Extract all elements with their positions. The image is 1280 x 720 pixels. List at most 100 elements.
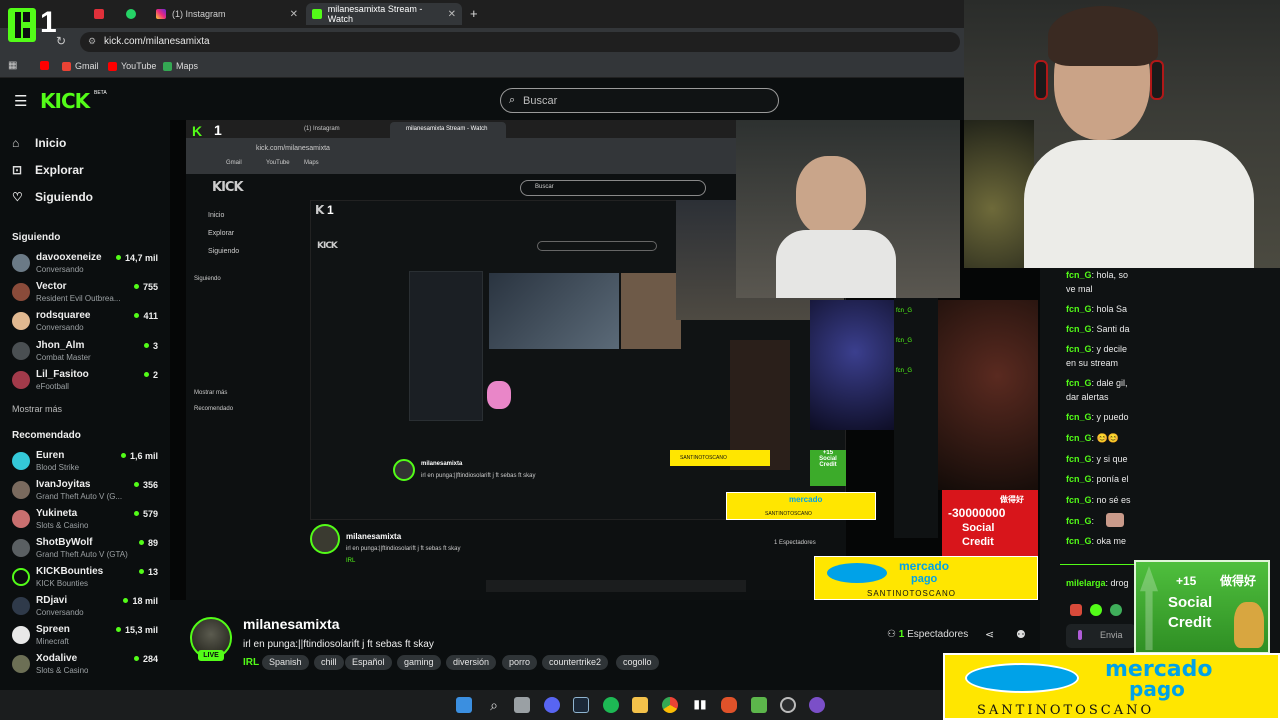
- emote-icon[interactable]: [1070, 604, 1082, 616]
- recommended-channel[interactable]: ShotByWolf Grand Theft Auto V (GTA) 89: [12, 535, 162, 563]
- green-app-icon[interactable]: [751, 697, 767, 713]
- tag-cogollo[interactable]: cogollo: [616, 655, 659, 670]
- chat-username[interactable]: fcn_G: [1066, 495, 1092, 505]
- steam-icon[interactable]: [573, 697, 589, 713]
- chat-username[interactable]: fcn_G: [1066, 378, 1092, 388]
- recommended-channel[interactable]: Euren Blood Strike 1,6 mil: [12, 448, 162, 476]
- microphone-app-icon[interactable]: [721, 697, 737, 713]
- nested-channel-name: milanesamixta: [421, 461, 463, 467]
- share-icon[interactable]: ⋖: [985, 628, 994, 641]
- following-channel[interactable]: davooxeneize Conversando 14,7 mil: [12, 250, 162, 278]
- chat-username[interactable]: fcn_G: [1066, 324, 1092, 334]
- tab-instagram[interactable]: (1) Instagram ✕: [150, 3, 304, 25]
- file-explorer-icon[interactable]: [632, 697, 648, 713]
- chat-username[interactable]: fcn_G: [1066, 454, 1092, 464]
- show-more-link[interactable]: Mostrar más: [12, 404, 62, 414]
- tag-countertrike2[interactable]: countertrike2: [542, 655, 609, 670]
- obs-icon[interactable]: [780, 697, 796, 713]
- mercado-pago-banner: mercado pago SANTINOTOSCANO: [943, 653, 1280, 720]
- following-channel[interactable]: Vector Resident Evil Outbrea... 755: [12, 279, 162, 307]
- tab-pinned[interactable]: [88, 3, 116, 25]
- follow-icon[interactable]: ⚉: [1016, 628, 1026, 641]
- nav-inicio[interactable]: ⌂ Inicio: [12, 136, 66, 150]
- following-channel[interactable]: Jhon_Alm Combat Master 3: [12, 338, 162, 366]
- nested-avatar: [310, 524, 340, 554]
- spotify-icon[interactable]: [603, 697, 619, 713]
- recommended-channel[interactable]: Yukineta Slots & Casino 579: [12, 506, 162, 534]
- chat-divider: [1060, 564, 1140, 565]
- recommended-channel[interactable]: Spreen Minecraft 15,3 mil: [12, 622, 162, 650]
- nested-nav-inicio: Inicio: [208, 212, 225, 219]
- following-channel[interactable]: rodsquaree Conversando 411: [12, 308, 162, 336]
- audio-meter-icon[interactable]: ▮▮: [692, 697, 708, 713]
- search-icon[interactable]: ⌕: [486, 697, 502, 713]
- channel-name[interactable]: milanesamixta: [243, 616, 340, 632]
- chat-username[interactable]: milelarga: [1066, 578, 1106, 588]
- viewer-count: 579: [134, 509, 158, 519]
- chat-message: ve mal: [1066, 284, 1093, 294]
- compass-icon: ⊡: [12, 163, 23, 177]
- new-tab-button[interactable]: +: [470, 6, 478, 21]
- nested-room-frame: [621, 273, 681, 349]
- heart-icon: ♡: [12, 190, 23, 204]
- emote-icon[interactable]: [1090, 604, 1102, 616]
- kick-icon: [312, 9, 322, 19]
- close-icon[interactable]: ✕: [290, 9, 298, 20]
- bookmark-youtube[interactable]: YouTube: [108, 61, 156, 71]
- start-menu-icon[interactable]: [456, 697, 472, 713]
- nested-category: IRL: [346, 558, 356, 564]
- tab-whatsapp[interactable]: [120, 3, 148, 25]
- bookmark-maps[interactable]: Maps: [163, 61, 198, 71]
- chrome-icon[interactable]: [662, 697, 678, 713]
- nested-webcam-capture: [736, 120, 960, 298]
- bookmark-youtube-small[interactable]: [40, 61, 53, 70]
- chat-username[interactable]: fcn_G: [1066, 344, 1092, 354]
- chat-username[interactable]: fcn_G: [1066, 433, 1092, 443]
- live-badge: LIVE: [198, 650, 224, 661]
- tag-chill[interactable]: chill: [314, 655, 344, 670]
- chat-username[interactable]: fcn_G: [1066, 474, 1092, 484]
- site-info-icon[interactable]: ⚙: [88, 36, 96, 47]
- chat-username[interactable]: fcn_G: [1066, 304, 1092, 314]
- recommended-channel[interactable]: Xodalive Slots & Casino 284: [12, 651, 162, 679]
- bookmark-gmail[interactable]: Gmail: [62, 61, 99, 71]
- tab-kick-stream[interactable]: milanesamixta Stream - Watch ✕: [306, 3, 462, 25]
- close-icon[interactable]: ✕: [448, 9, 456, 20]
- search-input[interactable]: ⌕ Buscar: [500, 88, 779, 113]
- tag-gaming[interactable]: gaming: [397, 655, 441, 670]
- tag-diversion[interactable]: diversión: [446, 655, 497, 670]
- chat-input-placeholder: Envia: [1100, 630, 1123, 640]
- channel-category: Minecraft: [36, 637, 69, 646]
- chat-username[interactable]: fcn_G: [1066, 412, 1092, 422]
- chat-text: en su stream: [1066, 358, 1119, 368]
- chat-input[interactable]: Envia: [1066, 624, 1136, 648]
- pinned-app-icon: [94, 9, 104, 19]
- emote-icon[interactable]: [1110, 604, 1122, 616]
- nested-kick-logo: KICK: [212, 180, 244, 195]
- task-view-icon[interactable]: [514, 697, 530, 713]
- recommended-channel[interactable]: RDjavi Conversando 18 mil: [12, 593, 162, 621]
- tag-spanish[interactable]: Spanish: [262, 655, 309, 670]
- menu-icon[interactable]: ☰: [14, 92, 27, 110]
- recommended-channel[interactable]: IvanJoyitas Grand Theft Auto V (G... 356: [12, 477, 162, 505]
- following-channel[interactable]: Lil_Fasitoo eFootball 2: [12, 367, 162, 395]
- recommended-channel[interactable]: KICKBounties KICK Bounties 13: [12, 564, 162, 592]
- channel-category: Conversando: [36, 265, 84, 274]
- chat-username[interactable]: fcn_G: [1066, 270, 1092, 280]
- apps-grid-icon[interactable]: ▦: [8, 60, 17, 71]
- kick-logo[interactable]: KICK: [40, 89, 90, 113]
- tag-espanol[interactable]: Español: [345, 655, 392, 670]
- credit-line2: Credit: [1168, 614, 1212, 631]
- nested-url: kick.com/milanesamixta: [256, 145, 330, 152]
- chat-message: fcn_G: y si que: [1066, 454, 1128, 464]
- url-input[interactable]: ⚙ kick.com/milanesamixta: [80, 32, 960, 52]
- nav-siguiendo[interactable]: ♡ Siguiendo: [12, 190, 93, 204]
- chat-username[interactable]: fcn_G: [1066, 516, 1092, 526]
- tag-porro[interactable]: porro: [502, 655, 538, 670]
- chat-username[interactable]: fcn_G: [1066, 536, 1092, 546]
- nav-explorar[interactable]: ⊡ Explorar: [12, 163, 84, 177]
- stream-category[interactable]: IRL: [243, 657, 259, 668]
- discord-icon[interactable]: [544, 697, 560, 713]
- purple-app-icon[interactable]: [809, 697, 825, 713]
- video-player[interactable]: K 1 (1) Instagram milanesamixta Stream -…: [170, 120, 1040, 600]
